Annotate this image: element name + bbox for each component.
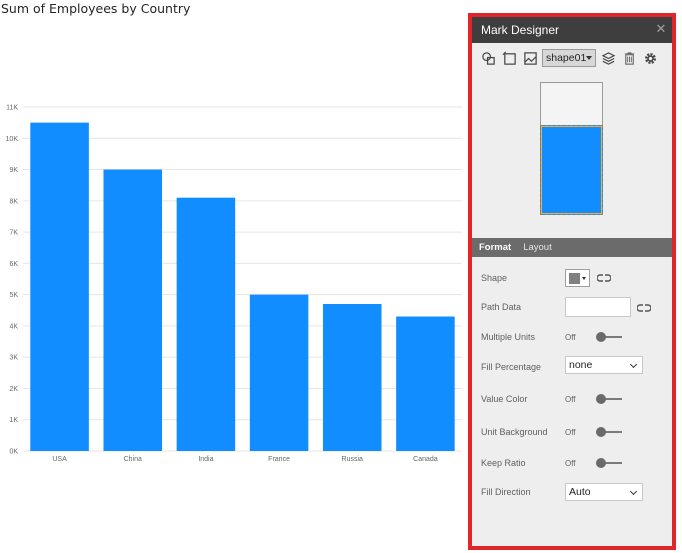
unit-background-state: Off	[565, 428, 576, 437]
fill-percentage-value: none	[569, 359, 593, 371]
x-tick-label: China	[124, 456, 142, 463]
multiple-units-label: Multiple Units	[481, 332, 536, 342]
close-icon[interactable]: ✕	[654, 22, 668, 36]
x-tick-label: USA	[52, 456, 67, 463]
y-tick-label: 3K	[9, 355, 18, 362]
bar[interactable]	[396, 316, 455, 451]
gear-icon[interactable]	[641, 49, 659, 67]
y-tick-label: 2K	[9, 386, 18, 393]
fill-percentage-select[interactable]: none	[565, 356, 643, 374]
x-tick-label: India	[198, 456, 213, 463]
layers-icon[interactable]	[599, 49, 617, 67]
y-tick-label: 0K	[9, 449, 18, 456]
bar[interactable]	[322, 304, 382, 451]
x-tick-label: Russia	[342, 456, 364, 463]
y-tick-label: 6K	[9, 261, 18, 268]
panel-header: Mark Designer ✕	[472, 17, 672, 43]
bar[interactable]	[30, 122, 89, 452]
trash-icon[interactable]	[620, 49, 638, 67]
fill-percentage-label: Fill Percentage	[481, 362, 542, 372]
chevron-down-icon	[629, 487, 638, 496]
shape-label: Shape	[481, 273, 508, 283]
panel-toolbar: shape01	[472, 47, 672, 69]
shape-preview-fill[interactable]	[540, 125, 603, 215]
x-tick-label: Canada	[413, 456, 438, 463]
bar[interactable]	[176, 197, 236, 451]
path-data-input[interactable]	[565, 297, 631, 317]
value-color-label: Value Color	[481, 394, 528, 404]
link-icon[interactable]	[597, 273, 611, 283]
toggle-knob	[596, 332, 606, 342]
shape-color-swatch	[569, 272, 580, 284]
chevron-down-icon	[582, 277, 586, 280]
y-tick-label: 5K	[9, 292, 18, 299]
unit-background-toggle[interactable]	[596, 427, 622, 437]
bar-chart: 0K 1K 2K 3K 4K 5K 6K 7K 8K 9K 10K 11K USA China India F…	[6, 105, 462, 463]
y-tick-label: 10K	[6, 136, 19, 143]
tab-layout[interactable]: Layout	[523, 242, 552, 253]
keep-ratio-state: Off	[565, 459, 576, 468]
fill-direction-value: Auto	[569, 486, 591, 498]
chart-title: Sum of Employees by Country	[1, 1, 191, 16]
mark-designer-panel: Mark Designer ✕ shape01 Format Layout Sh…	[468, 13, 676, 550]
fill-direction-label: Fill Direction	[481, 487, 531, 497]
tabs-bar: Format Layout	[472, 238, 672, 257]
keep-ratio-label: Keep Ratio	[481, 458, 526, 468]
chevron-down-icon	[586, 56, 592, 60]
shape-select-value: shape01	[546, 52, 587, 64]
chevron-down-icon	[629, 360, 638, 369]
tab-format[interactable]: Format	[479, 242, 511, 253]
y-tick-label: 4K	[9, 323, 18, 330]
shape-select[interactable]: shape01	[542, 49, 596, 67]
toggle-knob	[596, 427, 606, 437]
y-tick-label: 1K	[9, 417, 18, 424]
panel-title: Mark Designer	[481, 23, 560, 37]
y-tick-label: 11K	[6, 105, 18, 112]
y-tick-label: 9K	[9, 167, 18, 174]
y-tick-label: 7K	[9, 230, 18, 237]
path-data-label: Path Data	[481, 302, 522, 312]
shapes-icon[interactable]	[479, 49, 497, 67]
bar[interactable]	[249, 294, 309, 451]
toggle-knob	[596, 458, 606, 468]
shape-color-picker[interactable]	[565, 269, 590, 287]
image-icon[interactable]	[521, 49, 539, 67]
link-icon[interactable]	[637, 303, 651, 313]
bar[interactable]	[103, 169, 163, 451]
multiple-units-state: Off	[565, 333, 576, 342]
frame-icon[interactable]	[500, 49, 518, 67]
value-color-toggle[interactable]	[596, 394, 622, 404]
x-tick-label: France	[268, 456, 290, 463]
keep-ratio-toggle[interactable]	[596, 458, 622, 468]
shape-preview-empty	[540, 82, 603, 125]
toggle-knob	[596, 394, 606, 404]
unit-background-label: Unit Background	[481, 427, 548, 437]
fill-direction-select[interactable]: Auto	[565, 483, 643, 501]
y-tick-label: 8K	[9, 198, 18, 205]
value-color-state: Off	[565, 395, 576, 404]
multiple-units-toggle[interactable]	[596, 332, 622, 342]
